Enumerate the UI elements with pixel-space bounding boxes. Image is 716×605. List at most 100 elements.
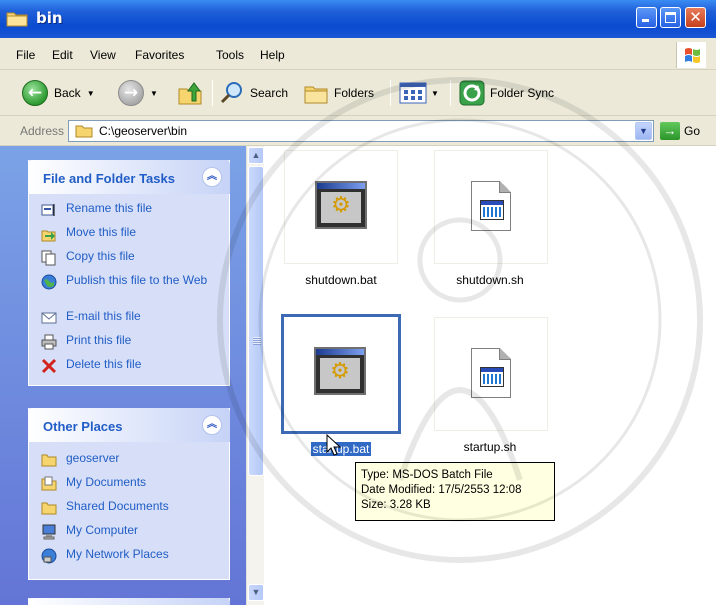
minimize-icon — [642, 19, 649, 22]
folder-sync-icon — [459, 80, 485, 106]
file-thumbnail-startup-sh[interactable] — [434, 317, 548, 431]
views-icon — [399, 82, 427, 104]
folder-icon — [6, 12, 28, 27]
print-icon — [41, 334, 57, 350]
place-label: My Network Places — [66, 547, 169, 561]
forward-button[interactable]: → ▼ — [118, 78, 158, 108]
window-title: bin — [36, 9, 63, 27]
menu-edit[interactable]: Edit — [52, 48, 73, 62]
task-label: Rename this file — [66, 201, 153, 215]
back-label: Back — [54, 86, 81, 100]
task-label: E-mail this file — [66, 309, 141, 323]
address-dropdown-button[interactable]: ▼ — [635, 122, 652, 140]
close-icon: ✕ — [689, 8, 702, 26]
file-thumbnail-shutdown-sh[interactable] — [434, 150, 548, 264]
place-label: My Documents — [66, 475, 147, 489]
menu-view[interactable]: View — [90, 48, 116, 62]
toolbar: ← Back ▼ → ▼ Search Folders ▼ Folder Syn… — [0, 70, 716, 116]
toolbar-separator — [390, 80, 391, 106]
place-geoserver[interactable]: geoserver — [41, 452, 216, 468]
search-icon — [220, 82, 242, 104]
task-delete[interactable]: Delete this file — [41, 358, 216, 374]
folder-sync-button[interactable]: Folder Sync — [458, 78, 554, 108]
place-my-computer[interactable]: My Computer — [41, 524, 216, 540]
panel-header[interactable]: File and Folder Tasks ︽ — [28, 160, 230, 194]
folder-icon — [41, 454, 57, 467]
batch-file-icon: ⚙ — [315, 181, 367, 229]
my-documents-icon — [41, 476, 57, 491]
file-list-view: ⚙ shutdown.bat shutdown.sh ⚙ startup.bat… — [264, 146, 716, 605]
file-info-tooltip: Type: MS-DOS Batch File Date Modified: 1… — [355, 462, 555, 521]
views-button[interactable]: ▼ — [398, 78, 439, 108]
place-label: geoserver — [66, 451, 120, 465]
up-folder-button[interactable] — [176, 78, 204, 108]
batch-file-icon: ⚙ — [314, 347, 366, 395]
folders-button[interactable]: Folders — [302, 78, 374, 108]
folder-sync-label: Folder Sync — [490, 86, 555, 100]
back-arrow-icon: ← — [22, 80, 48, 106]
email-icon — [41, 312, 57, 324]
go-label: Go — [684, 124, 701, 138]
collapse-chevron-icon[interactable]: ︽ — [202, 415, 222, 435]
folder-icon — [41, 502, 57, 515]
details-panel — [28, 598, 230, 605]
collapse-chevron-icon[interactable]: ︽ — [202, 167, 222, 187]
task-move[interactable]: Move this file — [41, 226, 216, 242]
tooltip-size: Size: 3.28 KB — [361, 499, 431, 511]
title-bar[interactable]: bin ✕ — [0, 0, 716, 38]
task-publish[interactable]: Publish this file to the Web — [41, 274, 216, 290]
folder-icon — [75, 125, 93, 138]
task-pane: File and Folder Tasks ︽ Rename this file… — [0, 146, 246, 605]
address-value: C:\geoserver\bin — [99, 124, 188, 138]
scroll-thumb[interactable] — [248, 166, 264, 476]
chevron-down-icon: ▼ — [431, 88, 439, 98]
mouse-pointer-icon — [326, 434, 342, 456]
place-my-network[interactable]: My Network Places — [41, 548, 216, 564]
file-name-label[interactable]: startup.sh — [410, 440, 570, 454]
menu-help[interactable]: Help — [260, 48, 285, 62]
task-rename[interactable]: Rename this file — [41, 202, 216, 218]
folders-icon — [304, 86, 328, 104]
menu-favorites[interactable]: Favorites — [135, 48, 184, 62]
grip-icon — [253, 337, 261, 345]
scroll-up-button[interactable]: ▲ — [248, 147, 264, 164]
panel-header[interactable]: Other Places ︽ — [28, 408, 230, 442]
place-shared-documents[interactable]: Shared Documents — [41, 500, 216, 516]
task-label: Copy this file — [66, 249, 135, 263]
search-button[interactable]: Search — [218, 78, 288, 108]
search-label: Search — [250, 86, 289, 100]
rename-icon — [41, 204, 55, 216]
menu-tools[interactable]: Tools — [216, 48, 244, 62]
task-print[interactable]: Print this file — [41, 334, 216, 350]
forward-arrow-icon: → — [118, 80, 144, 106]
copy-icon — [41, 250, 56, 266]
task-label: Move this file — [66, 225, 137, 239]
file-name-label[interactable]: shutdown.sh — [410, 273, 570, 287]
task-pane-scrollbar[interactable]: ▲ ▼ — [246, 146, 264, 605]
shell-script-icon — [471, 181, 511, 231]
file-thumbnail-shutdown-bat[interactable]: ⚙ — [284, 150, 398, 264]
address-label: Address — [20, 124, 65, 138]
close-button[interactable]: ✕ — [685, 7, 706, 28]
address-input[interactable]: C:\geoserver\bin ▼ — [68, 120, 654, 142]
task-label: Print this file — [66, 333, 132, 347]
task-email[interactable]: E-mail this file — [41, 310, 216, 326]
file-folder-tasks-panel: File and Folder Tasks ︽ Rename this file… — [28, 160, 230, 386]
windows-logo-icon — [676, 42, 706, 68]
file-thumbnail-startup-bat[interactable]: ⚙ — [281, 314, 401, 434]
back-button[interactable]: ← Back ▼ — [22, 78, 95, 108]
panel-header[interactable] — [28, 598, 230, 605]
file-name-label[interactable]: shutdown.bat — [261, 273, 421, 287]
minimize-button[interactable] — [636, 7, 657, 28]
go-button[interactable]: → Go — [660, 122, 700, 140]
place-my-documents[interactable]: My Documents — [41, 476, 216, 492]
publish-web-icon — [41, 274, 57, 290]
menu-bar: File Edit View Favorites Tools Help — [0, 38, 716, 70]
other-places-panel: Other Places ︽ geoserver My Documents Sh… — [28, 408, 230, 580]
scroll-down-button[interactable]: ▼ — [248, 584, 264, 601]
task-copy[interactable]: Copy this file — [41, 250, 216, 266]
panel-title: File and Folder Tasks — [43, 171, 175, 186]
chevron-down-icon: ▼ — [86, 88, 95, 98]
menu-file[interactable]: File — [16, 48, 35, 62]
maximize-button[interactable] — [660, 7, 681, 28]
